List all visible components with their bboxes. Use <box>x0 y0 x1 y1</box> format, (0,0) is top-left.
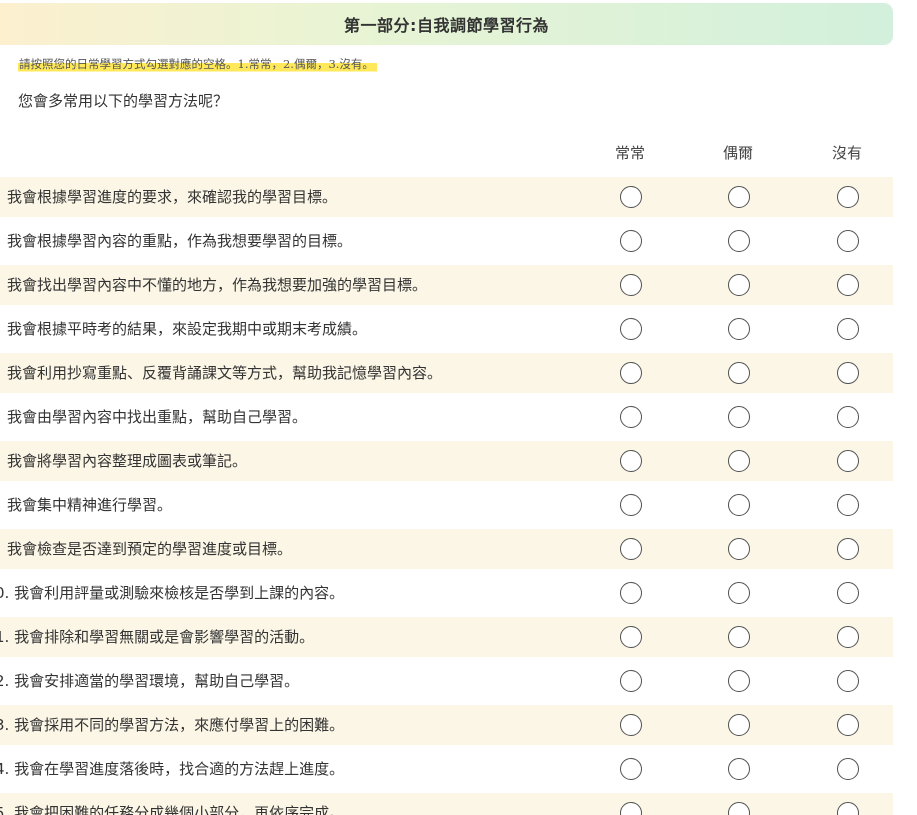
question-label: 我會利用抄寫重點、反覆背誦課文等方式，幫助我記憶學習內容。 <box>7 364 443 382</box>
radio-sometimes[interactable] <box>728 230 750 252</box>
radio-often[interactable] <box>620 230 642 252</box>
question-label: 我會由學習內容中找出重點，幫助自己學習。 <box>7 408 308 426</box>
radio-never[interactable] <box>837 758 859 780</box>
radio-sometimes[interactable] <box>728 626 750 648</box>
question-row: 2. 我會安排適當的學習環境，幫助自己學習。 <box>0 661 893 701</box>
question-label: 2. 我會安排適當的學習環境，幫助自己學習。 <box>0 672 300 690</box>
radio-never[interactable] <box>837 494 859 516</box>
question-row: 我會找出學習內容中不懂的地方，作為我想要加強的學習目標。 <box>0 265 893 305</box>
question-label: 我會找出學習內容中不懂的地方，作為我想要加強的學習目標。 <box>7 276 428 294</box>
radio-sometimes[interactable] <box>728 582 750 604</box>
question-row: 我會由學習內容中找出重點，幫助自己學習。 <box>0 397 893 437</box>
radio-never[interactable] <box>837 406 859 428</box>
radio-never[interactable] <box>837 362 859 384</box>
radio-never[interactable] <box>837 186 859 208</box>
question-row: 我會檢查是否達到預定的學習進度或目標。 <box>0 529 893 569</box>
question-label: 我會根據平時考的結果，來設定我期中或期末考成績。 <box>7 320 368 338</box>
radio-often[interactable] <box>620 362 642 384</box>
radio-sometimes[interactable] <box>728 494 750 516</box>
radio-often[interactable] <box>620 494 642 516</box>
question-row: 1. 我會排除和學習無關或是會影響學習的活動。 <box>0 617 893 657</box>
radio-often[interactable] <box>620 318 642 340</box>
radio-sometimes[interactable] <box>728 274 750 296</box>
radio-never[interactable] <box>837 450 859 472</box>
question-row: 0. 我會利用評量或測驗來檢核是否學到上課的內容。 <box>0 573 893 613</box>
radio-sometimes[interactable] <box>728 670 750 692</box>
radio-sometimes[interactable] <box>728 538 750 560</box>
radio-never[interactable] <box>837 670 859 692</box>
question-label: 我會將學習內容整理成圖表或筆記。 <box>7 452 248 470</box>
radio-often[interactable] <box>620 670 642 692</box>
radio-never[interactable] <box>837 802 859 815</box>
radio-often[interactable] <box>620 714 642 736</box>
radio-sometimes[interactable] <box>728 362 750 384</box>
question-label: 3. 我會採用不同的學習方法，來應付學習上的困難。 <box>0 716 345 734</box>
radio-never[interactable] <box>837 714 859 736</box>
radio-often[interactable] <box>620 802 642 815</box>
radio-often[interactable] <box>620 274 642 296</box>
radio-often[interactable] <box>620 406 642 428</box>
radio-never[interactable] <box>837 274 859 296</box>
question-list: 我會根據學習進度的要求，來確認我的學習目標。 我會根據學習內容的重點，作為我想要… <box>0 177 893 815</box>
section-header: 第一部分:自我調節學習行為 <box>0 3 893 45</box>
question-row: 我會利用抄寫重點、反覆背誦課文等方式，幫助我記憶學習內容。 <box>0 353 893 393</box>
radio-sometimes[interactable] <box>728 406 750 428</box>
survey-page: 第一部分:自我調節學習行為 請按照您的日常學習方式勾選對應的空格。1.常常，2.… <box>0 0 917 815</box>
question-label: 0. 我會利用評量或測驗來檢核是否學到上課的內容。 <box>0 584 345 602</box>
radio-sometimes[interactable] <box>728 758 750 780</box>
column-header-sometimes: 偶爾 <box>722 144 753 162</box>
radio-never[interactable] <box>837 582 859 604</box>
question-label: 5. 我會把困難的任務分成幾個小部分，再依序完成。 <box>0 804 345 815</box>
question-row: 我會根據學習內容的重點，作為我想要學習的目標。 <box>0 221 893 261</box>
question-row: 我會根據平時考的結果，來設定我期中或期末考成績。 <box>0 309 893 349</box>
radio-sometimes[interactable] <box>728 802 750 815</box>
radio-sometimes[interactable] <box>728 714 750 736</box>
instruction-text: 請按照您的日常學習方式勾選對應的空格。1.常常，2.偶爾，3.沒有。 <box>18 55 377 73</box>
radio-never[interactable] <box>837 318 859 340</box>
radio-never[interactable] <box>837 230 859 252</box>
radio-often[interactable] <box>620 582 642 604</box>
question-row: 4. 我會在學習進度落後時，找合適的方法趕上進度。 <box>0 749 893 789</box>
question-row: 我會將學習內容整理成圖表或筆記。 <box>0 441 893 481</box>
question-label: 我會根據學習進度的要求，來確認我的學習目標。 <box>7 188 338 206</box>
question-label: 我會集中精神進行學習。 <box>7 496 173 514</box>
question-label: 1. 我會排除和學習無關或是會影響學習的活動。 <box>0 628 315 646</box>
column-header-often: 常常 <box>614 144 645 162</box>
radio-never[interactable] <box>837 626 859 648</box>
radio-often[interactable] <box>620 186 642 208</box>
question-label: 我會檢查是否達到預定的學習進度或目標。 <box>7 540 293 558</box>
section-title: 第一部分:自我調節學習行為 <box>344 16 549 35</box>
radio-sometimes[interactable] <box>728 318 750 340</box>
question-row: 5. 我會把困難的任務分成幾個小部分，再依序完成。 <box>0 793 893 815</box>
radio-often[interactable] <box>620 450 642 472</box>
radio-often[interactable] <box>620 626 642 648</box>
question-row: 我會集中精神進行學習。 <box>0 485 893 525</box>
question-prompt: 您會多常用以下的學習方法呢？ <box>18 92 229 110</box>
radio-sometimes[interactable] <box>728 450 750 472</box>
question-row: 我會根據學習進度的要求，來確認我的學習目標。 <box>0 177 893 217</box>
question-row: 3. 我會採用不同的學習方法，來應付學習上的困難。 <box>0 705 893 745</box>
radio-sometimes[interactable] <box>728 186 750 208</box>
question-label: 4. 我會在學習進度落後時，找合適的方法趕上進度。 <box>0 760 345 778</box>
question-label: 我會根據學習內容的重點，作為我想要學習的目標。 <box>7 232 353 250</box>
radio-often[interactable] <box>620 538 642 560</box>
radio-never[interactable] <box>837 538 859 560</box>
column-header-never: 沒有 <box>831 144 862 162</box>
radio-often[interactable] <box>620 758 642 780</box>
